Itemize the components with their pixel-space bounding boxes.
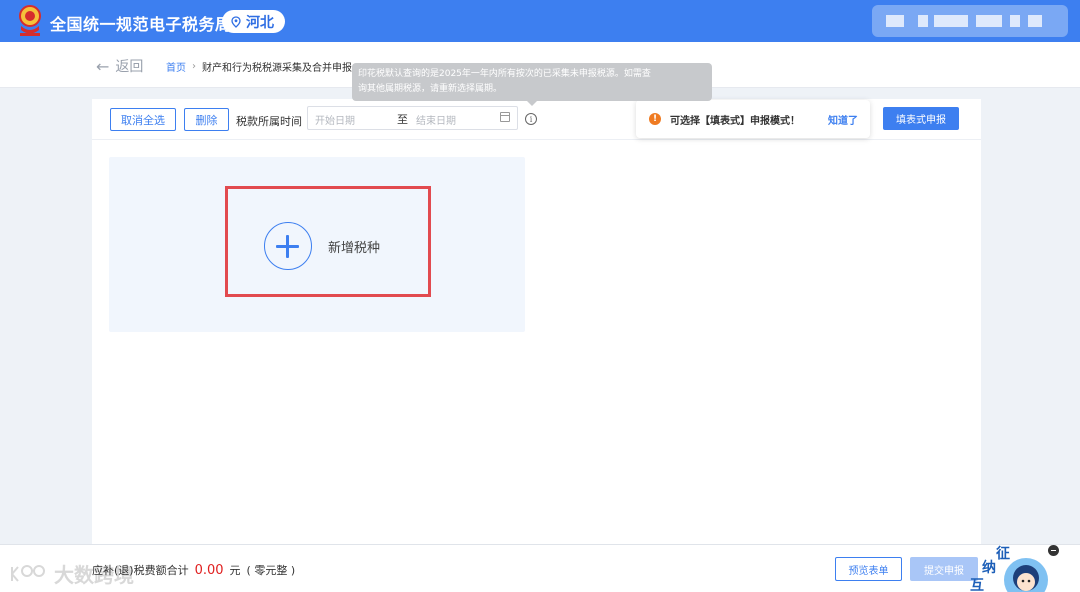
date-range-picker[interactable]: 开始日期 至 结束日期 [307, 106, 518, 130]
deselect-all-button[interactable]: 取消全选 [110, 108, 176, 131]
mascot-text: 互 [970, 578, 984, 592]
info-tooltip: 印花税默认查询的是2025年一年内所有按次的已采集未申报税源。如需查 询其他属期… [352, 63, 712, 101]
tax-total: 应补(退)税费额合计 0.00 元 ( 零元整 ) [92, 562, 295, 578]
notice-text: 可选择【填表式】申报模式！ [670, 116, 800, 127]
footer-bar: 大数跨境 应补(退)税费额合计 0.00 元 ( 零元整 ) 预览表单 提交申报 [0, 544, 1080, 592]
add-tax-card[interactable]: 新增税种 [109, 157, 525, 332]
top-header: 全国统一规范电子税务局 河北 [0, 0, 1080, 42]
end-date-input[interactable]: 结束日期 [416, 112, 456, 127]
user-account-menu[interactable] [872, 5, 1068, 37]
form-declare-button[interactable]: 填表式申报 [883, 107, 959, 130]
total-unit: 元 [229, 564, 241, 577]
mascot-text: 征 [996, 545, 1010, 562]
main-panel: 取消全选 删除 税款所属时间 开始日期 至 结束日期 i ! 可选择【填表式】申… [92, 99, 981, 554]
add-tax-label: 新增税种 [328, 241, 381, 256]
start-date-input[interactable]: 开始日期 [315, 112, 355, 127]
mascot-minimize-icon[interactable] [1048, 545, 1059, 556]
site-title: 全国统一规范电子税务局 [50, 15, 232, 34]
back-button[interactable]: ← 返回 [96, 56, 143, 76]
total-label: 应补(退)税费额合计 [92, 564, 189, 577]
info-icon[interactable]: i [525, 113, 537, 125]
tooltip-arrow [527, 101, 537, 106]
breadcrumb-home[interactable]: 首页 [166, 59, 186, 74]
total-amount: 0.00 [194, 563, 224, 578]
plus-circle-icon[interactable] [264, 222, 312, 270]
tax-emblem-icon [19, 5, 41, 36]
breadcrumb: 首页 › 财产和行为税税源采集及合并申报 [166, 59, 352, 74]
location-pin-icon [231, 15, 241, 28]
date-range-separator: 至 [397, 113, 408, 126]
arrow-left-icon: ← [96, 56, 110, 76]
region-name: 河北 [246, 14, 274, 31]
notice-dismiss-link[interactable]: 知道了 [828, 112, 858, 127]
redacted-block [886, 15, 904, 27]
delete-button[interactable]: 删除 [184, 108, 229, 131]
redacted-block [934, 15, 968, 27]
breadcrumb-current: 财产和行为税税源采集及合并申报 [202, 63, 352, 74]
tax-period-label: 税款所属时间 [236, 115, 302, 128]
redacted-block [918, 15, 928, 27]
chevron-right-icon: › [192, 61, 196, 72]
warning-icon: ! [649, 113, 661, 125]
tooltip-line: 询其他属期税源，请重新选择属期。 [358, 84, 503, 94]
preview-form-button[interactable]: 预览表单 [835, 557, 902, 581]
back-label: 返回 [115, 59, 144, 75]
mode-notice-popover: ! 可选择【填表式】申报模式！ 知道了 [636, 100, 870, 138]
region-selector[interactable]: 河北 [222, 10, 285, 33]
redacted-block [1028, 15, 1042, 27]
calendar-icon [500, 112, 510, 122]
watermark-logo-icon [11, 564, 45, 582]
redacted-block [976, 15, 1002, 27]
redacted-block [1010, 15, 1020, 27]
tooltip-line: 印花税默认查询的是2025年一年内所有按次的已采集未申报税源。如需查 [358, 69, 651, 79]
mascot-text: 纳 [982, 559, 996, 576]
total-amount-words: ( 零元整 ) [246, 564, 296, 577]
